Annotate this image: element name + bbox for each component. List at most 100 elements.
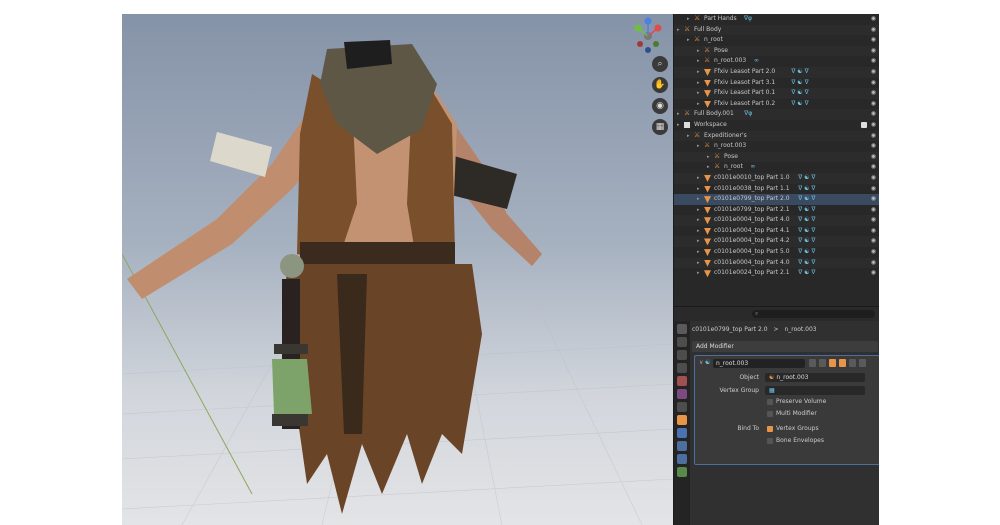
outliner-row[interactable]: ▸ ⚔ n_root ◉ — [674, 35, 879, 46]
expand-arrow-icon[interactable]: ▸ — [697, 258, 700, 269]
visibility-eye-icon[interactable]: ◉ — [871, 35, 876, 46]
bone-envelopes-checkbox[interactable] — [767, 438, 773, 444]
outliner-row[interactable]: ▸ c0101e0004_top Part 4.2 ∇ ☯ ∇ ◉ — [674, 236, 879, 248]
data-tab-icon[interactable] — [677, 467, 687, 477]
expand-arrow-icon[interactable]: ▸ — [697, 184, 700, 195]
expand-arrow-icon[interactable]: ▸ — [677, 120, 680, 131]
outliner-row[interactable]: ▸ Ffxiv Leasot Part 3.1 ∇ ☯ ∇ ◉ — [674, 78, 879, 89]
expand-arrow-icon[interactable]: ▸ — [697, 215, 700, 226]
expand-arrow-icon[interactable]: ▸ — [697, 88, 700, 99]
visibility-eye-icon[interactable]: ◉ — [871, 247, 876, 258]
outliner-row[interactable]: ▸ ⚔ n_root ∞ ◉ — [674, 162, 879, 173]
visibility-eye-icon[interactable]: ◉ — [871, 120, 876, 131]
outliner-row[interactable]: ▸ ⚔ Part Hands ∇φ ◉ — [674, 14, 879, 25]
properties-search-input[interactable]: ⌕ — [752, 310, 875, 318]
view-layer-tab-icon[interactable] — [677, 363, 687, 373]
expand-arrow-icon[interactable]: ▸ — [707, 162, 710, 173]
outliner-row[interactable]: ▸ Workspace ◉ — [674, 120, 879, 131]
expand-arrow-icon[interactable]: ▸ — [697, 194, 700, 205]
navigation-gizmo[interactable] — [628, 16, 668, 56]
outliner-row[interactable]: ▸ c0101e0004_top Part 5.0 ∇ ☯ ∇ ◉ — [674, 247, 879, 258]
object-field[interactable]: ☯ n_root.003 — [765, 373, 865, 382]
outliner-row[interactable]: ▸ c0101e0799_top Part 2.1 ∇ ☯ ∇ ◉ — [674, 205, 879, 216]
object-tab-icon[interactable] — [677, 415, 687, 425]
outliner-row[interactable]: ▸ c0101e0799_top Part 2.0 ∇ ☯ ∇ ◉ — [674, 194, 879, 205]
expand-arrow-icon[interactable]: ▸ — [697, 268, 700, 279]
visibility-eye-icon[interactable]: ◉ — [871, 46, 876, 57]
visibility-eye-icon[interactable]: ◉ — [871, 152, 876, 163]
scene-tab-icon[interactable] — [677, 376, 687, 386]
modifier-name-field[interactable]: n_root.003 — [713, 359, 805, 368]
visibility-eye-icon[interactable]: ◉ — [871, 184, 876, 195]
render-tab-icon[interactable] — [677, 337, 687, 347]
world-tab-icon[interactable] — [677, 389, 687, 399]
visibility-eye-icon[interactable]: ◉ — [871, 109, 876, 120]
expand-arrow-icon[interactable]: ▸ — [697, 173, 700, 184]
outliner-row[interactable]: ▸ Ffxiv Leasot Part 0.2 ∇ ☯ ∇ ◉ — [674, 99, 879, 110]
cage-toggle-icon[interactable] — [818, 359, 826, 367]
outliner-row[interactable]: ▸ c0101e0010_top Part 1.0 ∇ ☯ ∇ ◉ — [674, 172, 879, 184]
outliner-row[interactable]: ▸ c0101e0024_top Part 2.1 ∇ ☯ ∇ ◉ — [674, 268, 879, 279]
visibility-eye-icon[interactable]: ◉ — [871, 99, 876, 110]
visibility-eye-icon[interactable]: ◉ — [871, 56, 876, 67]
physics-tab-icon[interactable] — [677, 454, 687, 464]
exclude-checkbox[interactable] — [861, 121, 867, 128]
expand-arrow-icon[interactable]: ▸ — [687, 14, 690, 25]
visibility-eye-icon[interactable]: ◉ — [871, 88, 876, 99]
grid-view-icon[interactable]: ▦ — [652, 119, 668, 135]
expand-arrow-icon[interactable]: ▸ — [697, 67, 700, 78]
visibility-eye-icon[interactable]: ◉ — [871, 226, 876, 237]
outliner-row[interactable]: ▸ ⚔ Expeditioner's ◉ — [674, 130, 879, 142]
expand-arrow-icon[interactable]: ▸ — [677, 109, 680, 120]
expand-arrow-icon[interactable]: ▸ — [687, 131, 690, 142]
hand-pan-icon[interactable]: ✋ — [652, 77, 668, 93]
collection-tab-icon[interactable] — [677, 402, 687, 412]
visibility-eye-icon[interactable]: ◉ — [871, 268, 876, 279]
expand-arrow-icon[interactable]: ▸ — [697, 56, 700, 67]
collapse-chevron-icon[interactable]: ∨ — [699, 359, 703, 366]
outliner-row[interactable]: ▸ ⚔ Full Body ◉ — [674, 24, 879, 36]
3d-viewport[interactable]: ⌕ ✋ ◉ ▦ — [122, 14, 673, 525]
modifier-menu-icon[interactable] — [848, 359, 856, 367]
zoom-icon[interactable]: ⌕ — [652, 56, 668, 72]
outliner-row[interactable]: ▸ Ffxiv Leasot Part 0.1 ∇ ☯ ∇ ◉ — [674, 88, 879, 99]
camera-icon[interactable]: ◉ — [652, 98, 668, 114]
expand-arrow-icon[interactable]: ▸ — [707, 152, 710, 163]
visibility-eye-icon[interactable]: ◉ — [871, 131, 876, 142]
outliner-row[interactable]: ▸ c0101e0004_top Part 4.0 ∇ ☯ ∇ ◉ — [674, 215, 879, 226]
add-modifier-button[interactable]: Add Modifier — [692, 341, 878, 352]
visibility-eye-icon[interactable]: ◉ — [871, 67, 876, 78]
outliner-row[interactable]: ▸ ⚔ n_root.003 ∞ ◉ — [674, 56, 879, 67]
expand-arrow-icon[interactable]: ▸ — [697, 78, 700, 89]
expand-arrow-icon[interactable]: ▸ — [687, 35, 690, 46]
tool-tab-icon[interactable] — [677, 324, 687, 334]
visibility-eye-icon[interactable]: ◉ — [871, 236, 876, 247]
outliner-row[interactable]: ▸ c0101e0004_top Part 4.1 ∇ ☯ ∇ ◉ — [674, 226, 879, 237]
expand-arrow-icon[interactable]: ▸ — [677, 25, 680, 36]
visibility-eye-icon[interactable]: ◉ — [871, 141, 876, 152]
vertex-group-field[interactable]: ▦ — [765, 386, 865, 395]
expand-arrow-icon[interactable]: ▸ — [697, 226, 700, 237]
preserve-volume-checkbox[interactable] — [767, 399, 773, 405]
outliner-row[interactable]: ▸ ⚔ n_root.003 ◉ — [674, 141, 879, 152]
particles-tab-icon[interactable] — [677, 441, 687, 451]
outliner-row[interactable]: ▸ ⚔ Pose ◉ — [674, 45, 879, 57]
edit-mode-toggle-icon[interactable] — [809, 359, 816, 367]
expand-arrow-icon[interactable]: ▸ — [697, 141, 700, 152]
expand-arrow-icon[interactable]: ▸ — [697, 99, 700, 110]
visibility-eye-icon[interactable]: ◉ — [871, 78, 876, 89]
visibility-eye-icon[interactable]: ◉ — [871, 258, 876, 269]
realtime-toggle-icon[interactable] — [828, 359, 836, 367]
render-toggle-icon[interactable] — [838, 359, 846, 367]
visibility-eye-icon[interactable]: ◉ — [871, 14, 876, 25]
visibility-eye-icon[interactable]: ◉ — [871, 215, 876, 226]
outliner-row[interactable]: ▸ c0101e0004_top Part 4.0 ∇ ☯ ∇ ◉ — [674, 257, 879, 269]
multi-modifier-checkbox[interactable] — [767, 411, 773, 417]
visibility-eye-icon[interactable]: ◉ — [871, 162, 876, 173]
expand-arrow-icon[interactable]: ▸ — [697, 46, 700, 57]
outliner-row[interactable]: ▸ Ffxiv Leasot Part 2.0 ∇ ☯ ∇ ◉ — [674, 66, 879, 78]
modifier-tab-icon[interactable] — [677, 428, 687, 438]
outliner-row[interactable]: ▸ c0101e0038_top Part 1.1 ∇ ☯ ∇ ◉ — [674, 184, 879, 195]
outliner-row[interactable]: ▸ ⚔ Pose ◉ — [674, 151, 879, 163]
visibility-eye-icon[interactable]: ◉ — [871, 205, 876, 216]
